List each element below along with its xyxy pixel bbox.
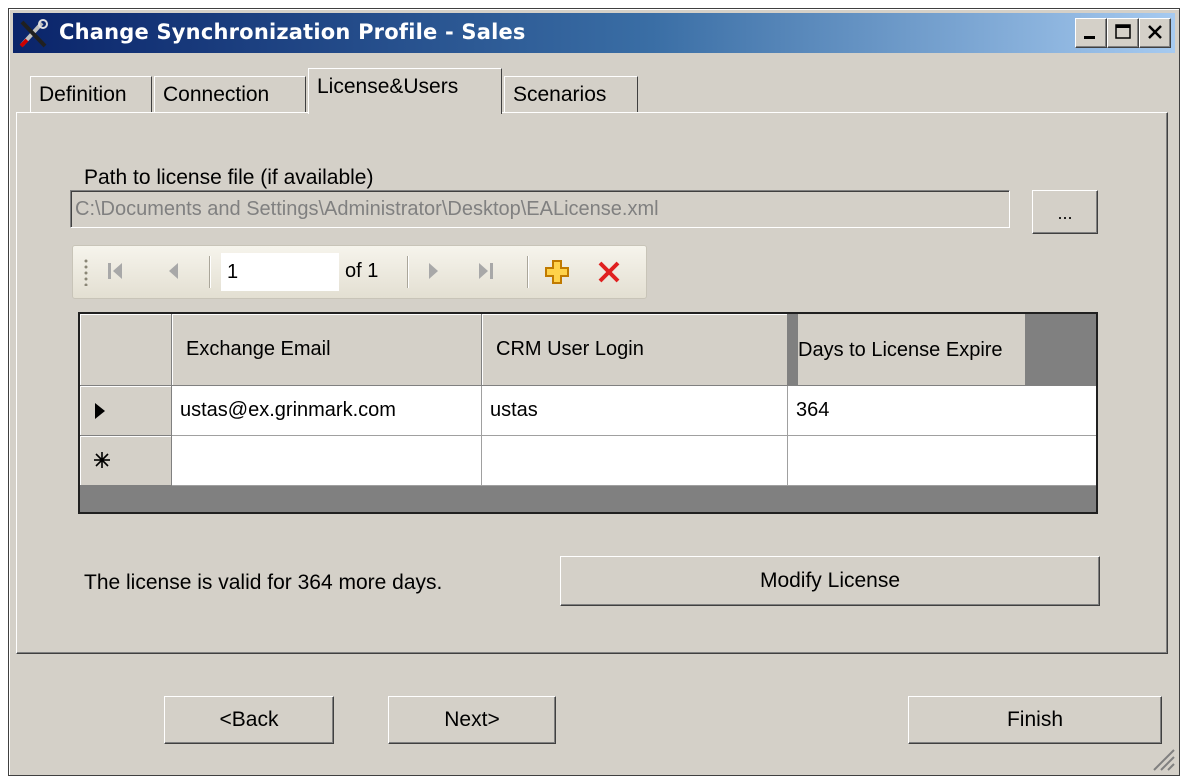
column-header-crm-user-login[interactable]: CRM User Login	[482, 314, 788, 386]
cell-crm-user-login[interactable]: ustas	[482, 386, 788, 436]
app-tools-icon	[19, 19, 48, 48]
maximize-button[interactable]	[1107, 18, 1139, 48]
tab-definition[interactable]: Definition	[30, 76, 152, 114]
move-previous-icon[interactable]	[165, 260, 183, 282]
title-bar[interactable]: Change Synchronization Profile - Sales	[13, 13, 1175, 53]
tab-scenarios[interactable]: Scenarios	[504, 76, 638, 114]
users-grid: Exchange Email CRM User Login Days to Li…	[78, 312, 1098, 514]
new-row-asterisk-icon	[94, 452, 110, 468]
row-header[interactable]	[80, 386, 172, 436]
move-first-icon[interactable]	[105, 260, 127, 282]
browse-button[interactable]: ...	[1032, 190, 1098, 234]
minimize-button[interactable]	[1075, 18, 1107, 48]
modify-license-button[interactable]: Modify License	[560, 556, 1100, 606]
toolbar-grip-icon	[84, 259, 88, 286]
toolbar-separator	[407, 256, 408, 288]
cell-exchange-email[interactable]: ustas@ex.grinmark.com	[172, 386, 482, 436]
maximize-icon	[1115, 24, 1131, 39]
row-pointer-icon	[95, 403, 105, 419]
grid-corner-header	[80, 314, 172, 386]
tab-license-users[interactable]: License&Users	[308, 68, 502, 114]
window-title: Change Synchronization Profile - Sales	[59, 20, 526, 44]
close-icon	[1148, 25, 1162, 39]
new-cell-days-to-expire[interactable]	[788, 436, 1096, 486]
move-last-icon[interactable]	[475, 260, 497, 282]
finish-button[interactable]: Finish	[908, 696, 1162, 744]
toolbar-separator	[209, 256, 210, 288]
add-new-icon[interactable]	[543, 258, 571, 286]
resize-grip-icon[interactable]	[1148, 744, 1176, 772]
license-path-input[interactable]: C:\Documents and Settings\Administrator\…	[70, 190, 1010, 228]
minimize-icon	[1084, 36, 1095, 39]
close-button[interactable]	[1139, 18, 1171, 48]
cell-days-to-expire[interactable]: 364	[788, 386, 1096, 436]
binding-navigator: 1 of 1	[72, 245, 647, 299]
column-header-days-to-expire[interactable]: Days to License Expire	[798, 314, 1026, 386]
new-cell-exchange-email[interactable]	[172, 436, 482, 486]
new-row-header[interactable]	[80, 436, 172, 486]
count-label: of 1	[345, 260, 379, 282]
position-input[interactable]: 1	[221, 253, 339, 291]
next-button[interactable]: Next>	[388, 696, 556, 744]
move-next-icon[interactable]	[425, 260, 443, 282]
tab-connection[interactable]: Connection	[154, 76, 306, 114]
column-header-exchange-email[interactable]: Exchange Email	[172, 314, 482, 386]
delete-icon[interactable]	[595, 258, 623, 286]
license-status-text: The license is valid for 364 more days.	[84, 571, 443, 594]
license-path-label: Path to license file (if available)	[84, 166, 374, 189]
toolbar-separator	[527, 256, 528, 288]
back-button[interactable]: <Back	[164, 696, 334, 744]
new-cell-crm-user-login[interactable]	[482, 436, 788, 486]
